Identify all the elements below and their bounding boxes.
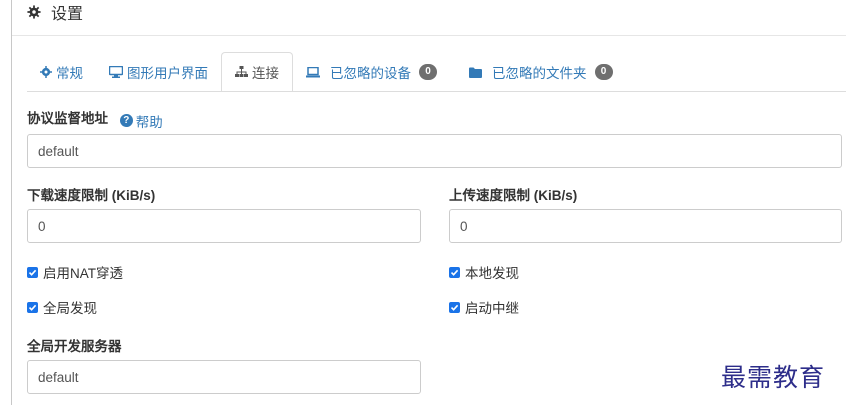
sitemap-icon (235, 66, 248, 78)
tab-connections[interactable]: 连接 (221, 52, 293, 92)
header-divider (12, 35, 846, 36)
relaying-checkbox[interactable]: 启动中继 (449, 297, 519, 317)
tab-label: 已忽略的文件夹 (492, 66, 587, 81)
gear-icon (27, 5, 41, 19)
checkbox-checked-icon (27, 266, 38, 278)
relaying-label: 启动中继 (465, 301, 519, 316)
checkbox-checked-icon (449, 266, 460, 278)
desktop-icon (109, 66, 123, 78)
settings-tabs: 常规 图形用户界面 连接 已忽略的设备 0 已忽略的文件夹 0 (27, 52, 626, 92)
download-rate-input[interactable]: 0 (27, 209, 421, 243)
download-rate-value: 0 (38, 218, 46, 234)
tab-ignored-devices[interactable]: 已忽略的设备 0 (293, 52, 450, 92)
upload-rate-input[interactable]: 0 (449, 209, 842, 243)
local-discovery-label: 本地发现 (465, 266, 519, 281)
global-discovery-label: 全局发现 (43, 301, 97, 316)
discovery-server-input[interactable]: default (27, 360, 421, 394)
discovery-server-value: default (38, 369, 79, 385)
panel-left-border (11, 0, 12, 405)
ignored-folders-count-badge: 0 (594, 64, 613, 80)
page-title: 设置 (51, 6, 84, 23)
folder-icon (469, 67, 482, 78)
tab-ignored-folders[interactable]: 已忽略的文件夹 0 (456, 52, 626, 92)
nat-traversal-checkbox[interactable]: 启用NAT穿透 (27, 262, 123, 282)
watermark: 最需教育 (721, 363, 826, 392)
gear-icon (40, 66, 52, 78)
tab-general[interactable]: 常规 (27, 52, 96, 92)
listen-address-input[interactable]: default (27, 134, 842, 168)
checkbox-checked-icon (449, 301, 460, 313)
ignored-devices-count-badge: 0 (419, 64, 437, 80)
settings-header: 设置 (27, 0, 83, 24)
listen-address-label-row: 协议监督地址 ? 帮助 (27, 107, 163, 131)
help-link[interactable]: ? 帮助 (119, 111, 163, 131)
tab-label: 连接 (252, 66, 279, 81)
listen-address-value: default (38, 143, 79, 159)
global-discovery-checkbox[interactable]: 全局发现 (27, 297, 97, 317)
upload-rate-value: 0 (460, 218, 468, 234)
question-icon: ? (119, 114, 133, 127)
upload-rate-label: 上传速度限制 (KiB/s) (449, 188, 578, 203)
tabs-divider (27, 91, 846, 92)
laptop-icon (306, 66, 320, 78)
tab-label: 图形用户界面 (127, 66, 208, 81)
tab-label: 已忽略的设备 (330, 66, 411, 81)
discovery-server-label: 全局开发服务器 (27, 339, 122, 354)
download-rate-label: 下载速度限制 (KiB/s) (27, 188, 156, 203)
tab-gui[interactable]: 图形用户界面 (96, 52, 221, 92)
tab-label: 常规 (56, 66, 83, 81)
checkbox-checked-icon (27, 301, 38, 313)
help-label: 帮助 (135, 114, 163, 130)
listen-address-label: 协议监督地址 (27, 111, 108, 126)
nat-traversal-label: 启用NAT穿透 (43, 266, 123, 281)
local-discovery-checkbox[interactable]: 本地发现 (449, 262, 519, 282)
